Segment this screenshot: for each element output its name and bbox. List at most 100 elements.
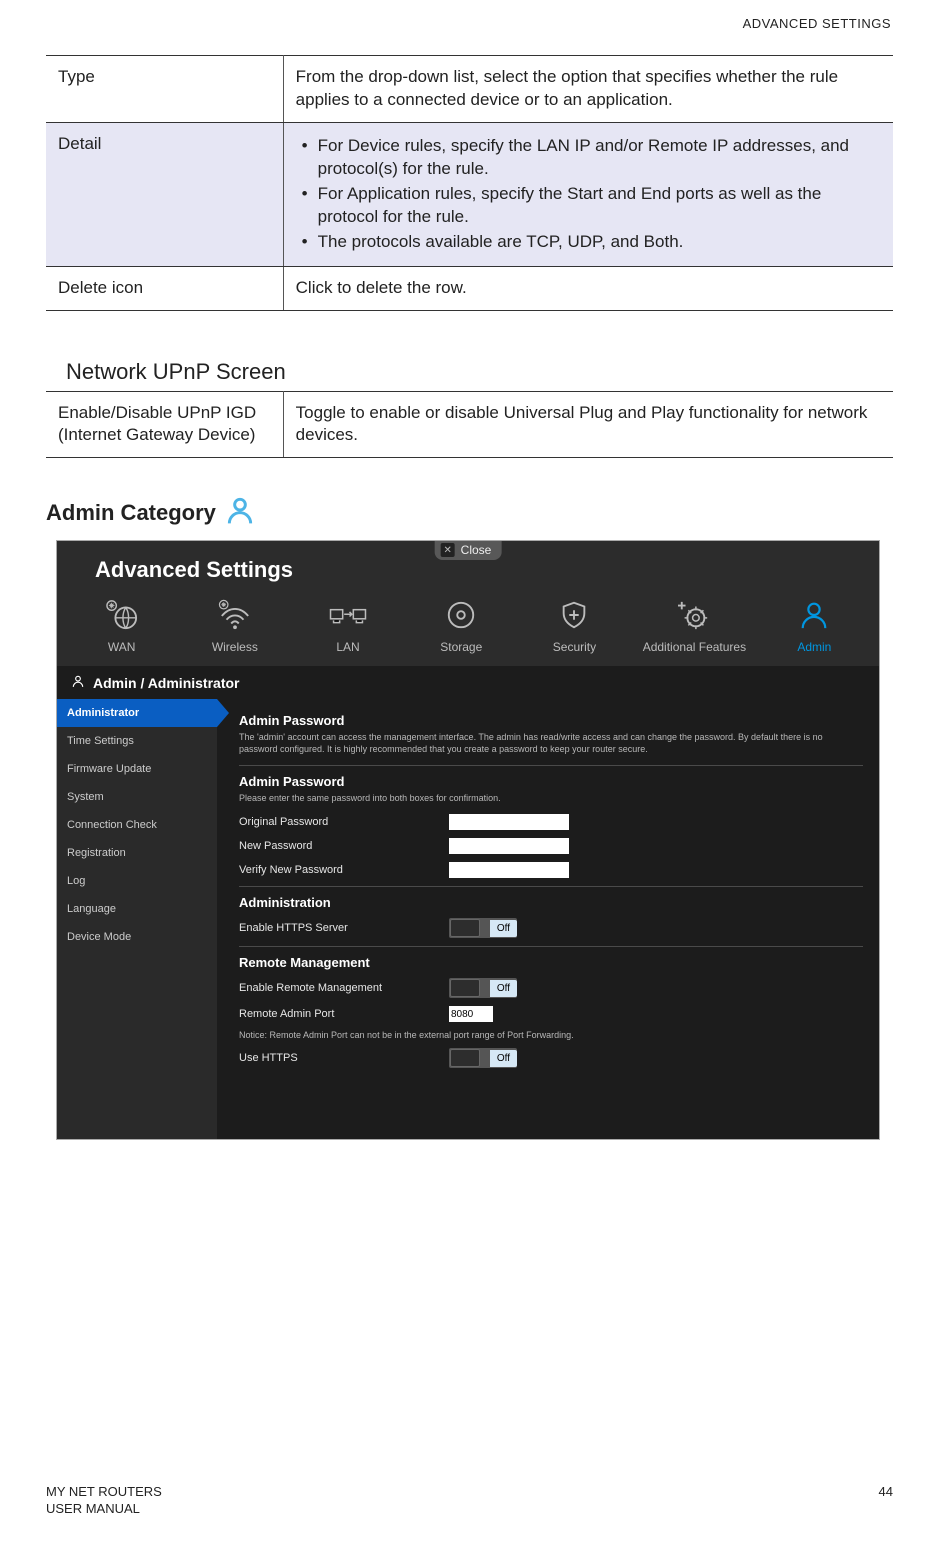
page-header: ADVANCED SETTINGS [46, 0, 893, 55]
upnp-title: Network UPnP Screen [66, 359, 893, 385]
tab-lan[interactable]: LAN [303, 599, 393, 654]
new-password-input[interactable] [449, 838, 569, 854]
breadcrumb: Admin / Administrator [57, 666, 879, 699]
close-icon: ✕ [441, 543, 455, 557]
definitions-table-2: Enable/Disable UPnP IGD (Internet Gatewa… [46, 391, 893, 459]
toggle-knob [450, 1049, 480, 1067]
https-server-row: Enable HTTPS Server Off [239, 918, 863, 938]
tab-label: WAN [108, 640, 136, 654]
sidebar-item-device-mode[interactable]: Device Mode [57, 923, 217, 951]
toggle-knob [450, 919, 480, 937]
tab-wan[interactable]: WAN [77, 599, 167, 654]
definitions-table-1: Type From the drop-down list, select the… [46, 55, 893, 311]
admin-category-heading: Admin Category [46, 494, 893, 532]
original-password-input[interactable] [449, 814, 569, 830]
field-label: Remote Admin Port [239, 1008, 449, 1020]
divider [239, 765, 863, 766]
table-row: Type From the drop-down list, select the… [46, 56, 893, 123]
new-password-row: New Password [239, 838, 863, 854]
admin-main-panel: Admin Password The 'admin' account can a… [217, 699, 879, 1139]
disc-icon [442, 599, 480, 634]
remote-port-notice: Notice: Remote Admin Port can not be in … [239, 1030, 863, 1040]
sidebar-item-connection-check[interactable]: Connection Check [57, 811, 217, 839]
sidebar-item-registration[interactable]: Registration [57, 839, 217, 867]
tab-security[interactable]: Security [529, 599, 619, 654]
remote-mgmt-row: Enable Remote Management Off [239, 978, 863, 998]
sidebar-item-time-settings[interactable]: Time Settings [57, 727, 217, 755]
tab-storage[interactable]: Storage [416, 599, 506, 654]
admin-password-title: Admin Password [239, 713, 863, 728]
person-icon [224, 494, 256, 532]
page-footer: MY NET ROUTERS USER MANUAL 44 [46, 1484, 893, 1518]
tab-label: Wireless [212, 640, 258, 654]
tab-additional-features[interactable]: Additional Features [643, 599, 746, 654]
footer-subtitle: USER MANUAL [46, 1501, 162, 1518]
verify-password-input[interactable] [449, 862, 569, 878]
close-button[interactable]: ✕ Close [435, 541, 502, 560]
lan-icon [329, 599, 367, 634]
tab-label: Admin [797, 640, 831, 654]
tab-admin[interactable]: Admin [769, 599, 859, 654]
close-label: Close [461, 543, 492, 557]
remote-mgmt-toggle[interactable]: Off [449, 978, 517, 998]
footer-product: MY NET ROUTERS [46, 1484, 162, 1501]
person-icon [795, 599, 833, 634]
table-row: Delete icon Click to delete the row. [46, 266, 893, 310]
sidebar-item-log[interactable]: Log [57, 867, 217, 895]
tab-label: Additional Features [643, 640, 746, 654]
gear-plus-icon [675, 599, 713, 634]
remote-port-input[interactable] [449, 1006, 493, 1022]
row-desc: Toggle to enable or disable Universal Pl… [283, 391, 893, 458]
field-label: New Password [239, 840, 449, 852]
remote-management-title: Remote Management [239, 955, 863, 970]
original-password-row: Original Password [239, 814, 863, 830]
table-row: Detail For Device rules, specify the LAN… [46, 122, 893, 266]
bullet: For Application rules, specify the Start… [296, 183, 881, 229]
admin-screenshot: ✕ Close Advanced Settings WAN Wireless L… [56, 540, 880, 1140]
row-label: Enable/Disable UPnP IGD (Internet Gatewa… [46, 391, 283, 458]
field-label: Enable HTTPS Server [239, 922, 449, 934]
row-desc: Click to delete the row. [283, 266, 893, 310]
bullet: The protocols available are TCP, UDP, an… [296, 231, 881, 254]
divider [239, 946, 863, 947]
admin-password-desc-2: Please enter the same password into both… [239, 793, 863, 804]
globe-icon [103, 599, 141, 634]
toggle-state: Off [490, 980, 517, 997]
wifi-icon [216, 599, 254, 634]
row-desc: For Device rules, specify the LAN IP and… [283, 122, 893, 266]
breadcrumb-text: Admin / Administrator [93, 675, 240, 691]
divider [239, 886, 863, 887]
heading-text: Admin Category [46, 500, 216, 526]
admin-sidebar: Administrator Time Settings Firmware Upd… [57, 699, 217, 1139]
admin-password-title-2: Admin Password [239, 774, 863, 789]
field-label: Original Password [239, 816, 449, 828]
tab-label: Security [553, 640, 596, 654]
verify-password-row: Verify New Password [239, 862, 863, 878]
sidebar-item-administrator[interactable]: Administrator [57, 699, 217, 727]
row-label: Type [46, 56, 283, 123]
table-row: Enable/Disable UPnP IGD (Internet Gatewa… [46, 391, 893, 458]
use-https-toggle[interactable]: Off [449, 1048, 517, 1068]
sidebar-item-system[interactable]: System [57, 783, 217, 811]
tab-label: Storage [440, 640, 482, 654]
remote-port-row: Remote Admin Port [239, 1006, 863, 1022]
toggle-knob [450, 979, 480, 997]
row-label: Detail [46, 122, 283, 266]
sidebar-item-language[interactable]: Language [57, 895, 217, 923]
toggle-state: Off [490, 920, 517, 937]
row-desc: From the drop-down list, select the opti… [283, 56, 893, 123]
sidebar-item-firmware-update[interactable]: Firmware Update [57, 755, 217, 783]
use-https-row: Use HTTPS Off [239, 1048, 863, 1068]
field-label: Verify New Password [239, 864, 449, 876]
tab-wireless[interactable]: Wireless [190, 599, 280, 654]
tab-bar: WAN Wireless LAN Storage Security Additi… [57, 599, 879, 666]
field-label: Use HTTPS [239, 1052, 449, 1064]
person-icon [71, 674, 85, 691]
shield-icon [555, 599, 593, 634]
field-label: Enable Remote Management [239, 982, 449, 994]
row-label: Delete icon [46, 266, 283, 310]
tab-label: LAN [336, 640, 359, 654]
https-server-toggle[interactable]: Off [449, 918, 517, 938]
admin-password-desc: The 'admin' account can access the manag… [239, 732, 863, 755]
toggle-state: Off [490, 1050, 517, 1067]
